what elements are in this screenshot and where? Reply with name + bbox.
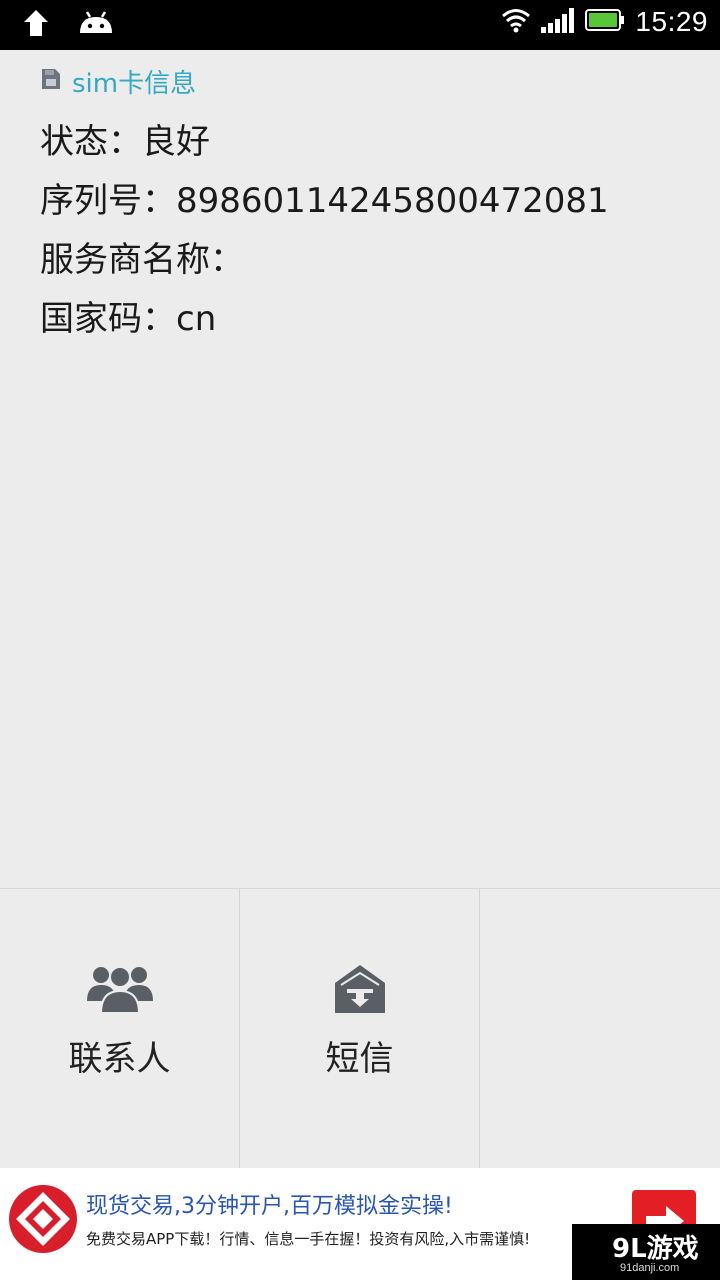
ad-title: 现货交易,3分钟开户,百万模拟金实操! xyxy=(86,1194,453,1219)
status-line: 状态：良好 xyxy=(40,122,210,162)
sim-info-panel: sim卡信息 状态：良好 序列号：89860114245800472081 服务… xyxy=(0,50,720,888)
sim-card-icon xyxy=(40,67,62,95)
country-code-line: 国家码：cn xyxy=(40,299,217,339)
tab-label: 联系人 xyxy=(68,1039,171,1079)
bottom-tab-bar: 联系人 短信 xyxy=(0,888,720,1169)
ad-subtitle: 免费交易APP下载！行情、信息一手在握！投资有风险,入市需谨慎! xyxy=(86,1230,531,1248)
android-icon xyxy=(78,9,114,41)
tab-label: 短信 xyxy=(325,1039,394,1079)
watermark-logo-text: 9L游戏 xyxy=(612,1234,699,1264)
ad-logo-icon xyxy=(8,1184,78,1258)
battery-icon xyxy=(585,8,625,36)
operator-name-line: 服务商名称： xyxy=(40,240,244,280)
signal-icon xyxy=(541,7,575,37)
watermark-url: 91danji.com xyxy=(620,1262,680,1274)
tab-empty xyxy=(480,889,720,1169)
status-time: 15:29 xyxy=(635,6,708,37)
upload-arrow-icon xyxy=(22,8,50,42)
serial-number-line: 序列号：89860114245800472081 xyxy=(40,181,609,221)
section-title: sim卡信息 xyxy=(72,68,197,99)
wifi-icon xyxy=(501,7,531,37)
contacts-icon xyxy=(86,963,153,1019)
tab-sms[interactable]: 短信 xyxy=(240,889,480,1169)
sms-icon xyxy=(333,963,387,1019)
status-bar: 15:29 xyxy=(0,0,720,50)
site-watermark: 9L游戏 91danji.com xyxy=(572,1224,720,1280)
tab-contacts[interactable]: 联系人 xyxy=(0,889,240,1169)
section-header: sim卡信息 xyxy=(40,64,197,99)
